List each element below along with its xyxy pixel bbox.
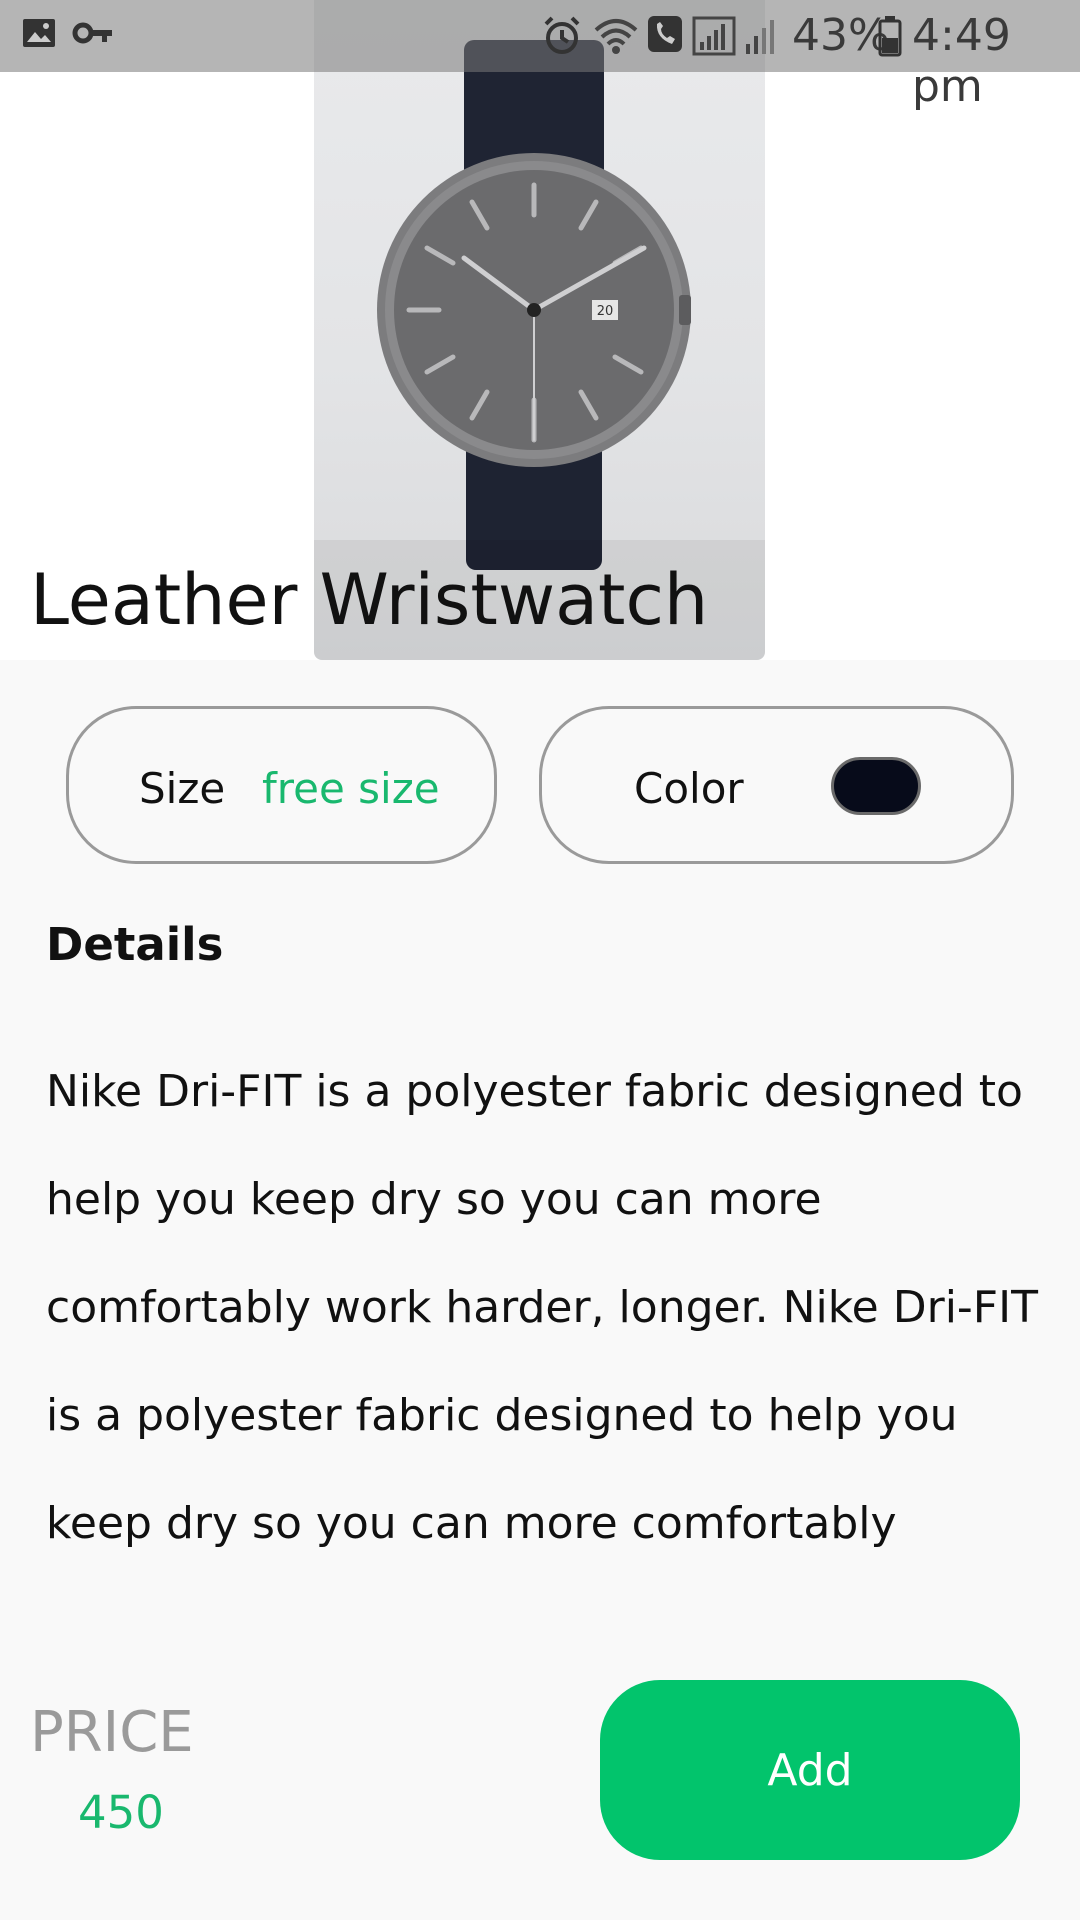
battery-icon (878, 16, 902, 57)
product-title: Leather Wristwatch (30, 559, 709, 641)
alarm-icon (544, 16, 580, 54)
details-description: Nike Dri-FIT is a polyester fabric desig… (46, 1066, 1038, 1549)
price-value: 450 (78, 1786, 164, 1839)
status-bar: 43% 4:49 pm (0, 0, 1080, 112)
date-window: 20 (597, 304, 614, 319)
signal-icon (692, 16, 736, 56)
phone-icon (648, 16, 682, 52)
wifi-call-icon (594, 19, 638, 54)
price-label: PRICE (30, 1700, 194, 1765)
details-heading: Details (46, 918, 224, 971)
signal-weak-icon (746, 20, 774, 54)
color-label: Color (634, 764, 744, 813)
size-selector[interactable]: Size free size (66, 706, 497, 864)
size-value: free size (262, 764, 440, 813)
add-to-cart-button[interactable]: Add (600, 1680, 1020, 1860)
size-label: Size (139, 764, 226, 813)
key-icon (72, 22, 112, 44)
clock-time: 4:49 pm (912, 10, 1011, 112)
color-swatch[interactable] (831, 757, 921, 815)
battery-percent: 43% (792, 10, 890, 61)
color-selector[interactable]: Color (539, 706, 1014, 864)
image-icon (23, 19, 55, 47)
